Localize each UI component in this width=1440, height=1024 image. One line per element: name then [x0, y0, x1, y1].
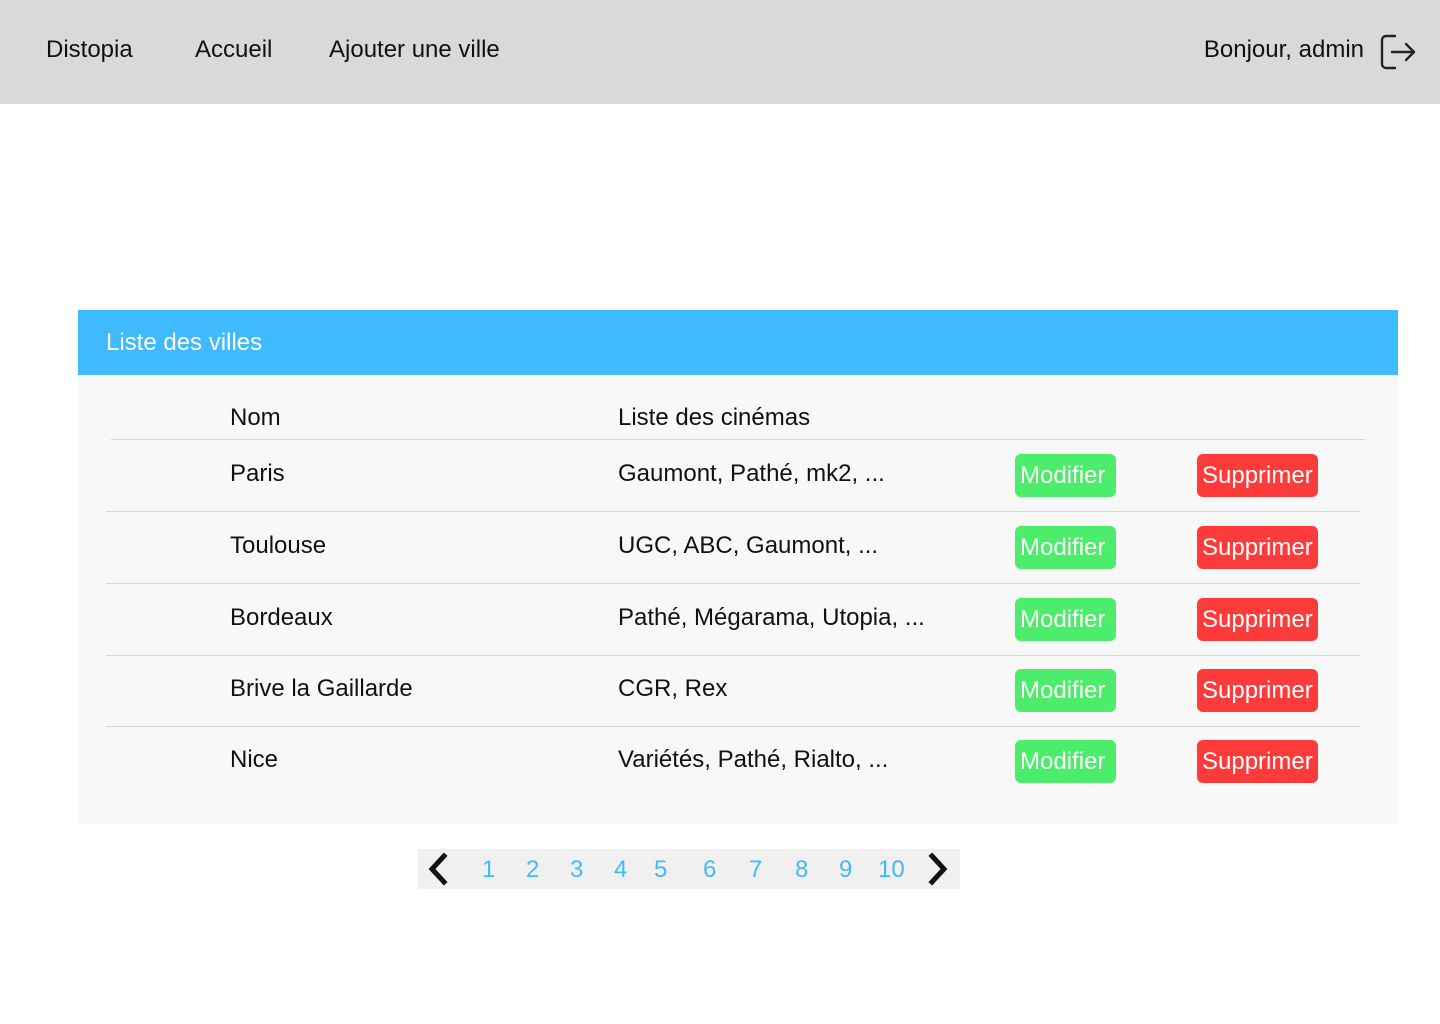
delete-button[interactable]: Supprimer	[1197, 669, 1318, 712]
page-link-1[interactable]: 1	[482, 856, 495, 884]
city-name: Bordeaux	[230, 604, 333, 631]
table-row: Paris Gaumont, Pathé, mk2, ... Modifier …	[106, 440, 1360, 512]
page-link-2[interactable]: 2	[526, 856, 539, 884]
city-cinemas: Gaumont, Pathé, mk2, ...	[618, 460, 885, 487]
edit-button[interactable]: Modifier	[1015, 598, 1116, 641]
column-header-name: Nom	[230, 404, 281, 431]
city-cinemas: Pathé, Mégarama, Utopia, ...	[618, 604, 925, 631]
delete-button[interactable]: Supprimer	[1197, 598, 1318, 641]
cities-panel: Liste des villes Nom Liste des cinémas P…	[78, 310, 1398, 824]
city-cinemas: Variétés, Pathé, Rialto, ...	[618, 746, 889, 773]
table-row: Bordeaux Pathé, Mégarama, Utopia, ... Mo…	[106, 584, 1360, 656]
page-link-5[interactable]: 5	[654, 856, 667, 884]
page-link-6[interactable]: 6	[703, 856, 716, 884]
delete-button[interactable]: Supprimer	[1197, 740, 1318, 783]
brand-link[interactable]: Distopia	[46, 36, 133, 64]
delete-button[interactable]: Supprimer	[1197, 526, 1318, 569]
page-link-9[interactable]: 9	[839, 856, 852, 884]
logout-icon[interactable]	[1378, 32, 1418, 72]
city-name: Paris	[230, 460, 285, 487]
table-row: Brive la Gaillarde CGR, Rex Modifier Sup…	[106, 655, 1360, 727]
page-link-7[interactable]: 7	[749, 856, 762, 884]
city-name: Nice	[230, 746, 279, 773]
edit-button[interactable]: Modifier	[1015, 669, 1116, 712]
edit-button[interactable]: Modifier	[1015, 454, 1116, 497]
column-header-cinemas: Liste des cinémas	[618, 404, 811, 431]
chevron-right-icon[interactable]	[924, 851, 952, 887]
top-navigation-bar: Distopia Accueil Ajouter une ville Bonjo…	[0, 0, 1440, 104]
city-cinemas: CGR, Rex	[618, 675, 728, 702]
table-row: Nice Variétés, Pathé, Rialto, ... Modifi…	[106, 726, 1360, 798]
page-link-3[interactable]: 3	[570, 856, 583, 884]
edit-button[interactable]: Modifier	[1015, 740, 1116, 783]
add-city-link[interactable]: Ajouter une ville	[329, 36, 500, 64]
delete-button[interactable]: Supprimer	[1197, 454, 1318, 497]
city-name: Brive la Gaillarde	[230, 675, 413, 702]
page-link-4[interactable]: 4	[614, 856, 627, 884]
home-link[interactable]: Accueil	[195, 36, 272, 64]
edit-button[interactable]: Modifier	[1015, 526, 1116, 569]
user-greeting: Bonjour, admin	[1203, 36, 1364, 63]
table-row: Toulouse UGC, ABC, Gaumont, ... Modifier…	[106, 512, 1360, 584]
panel-title: Liste des villes	[106, 329, 263, 356]
city-cinemas: UGC, ABC, Gaumont, ...	[618, 532, 879, 559]
page-link-8[interactable]: 8	[795, 856, 808, 884]
pagination: 1 2 3 4 5 6 7 8 9 10	[418, 849, 960, 889]
page-link-10[interactable]: 10	[878, 856, 905, 884]
city-name: Toulouse	[230, 532, 327, 559]
panel-header: Liste des villes	[78, 310, 1398, 375]
chevron-left-icon[interactable]	[424, 851, 452, 887]
